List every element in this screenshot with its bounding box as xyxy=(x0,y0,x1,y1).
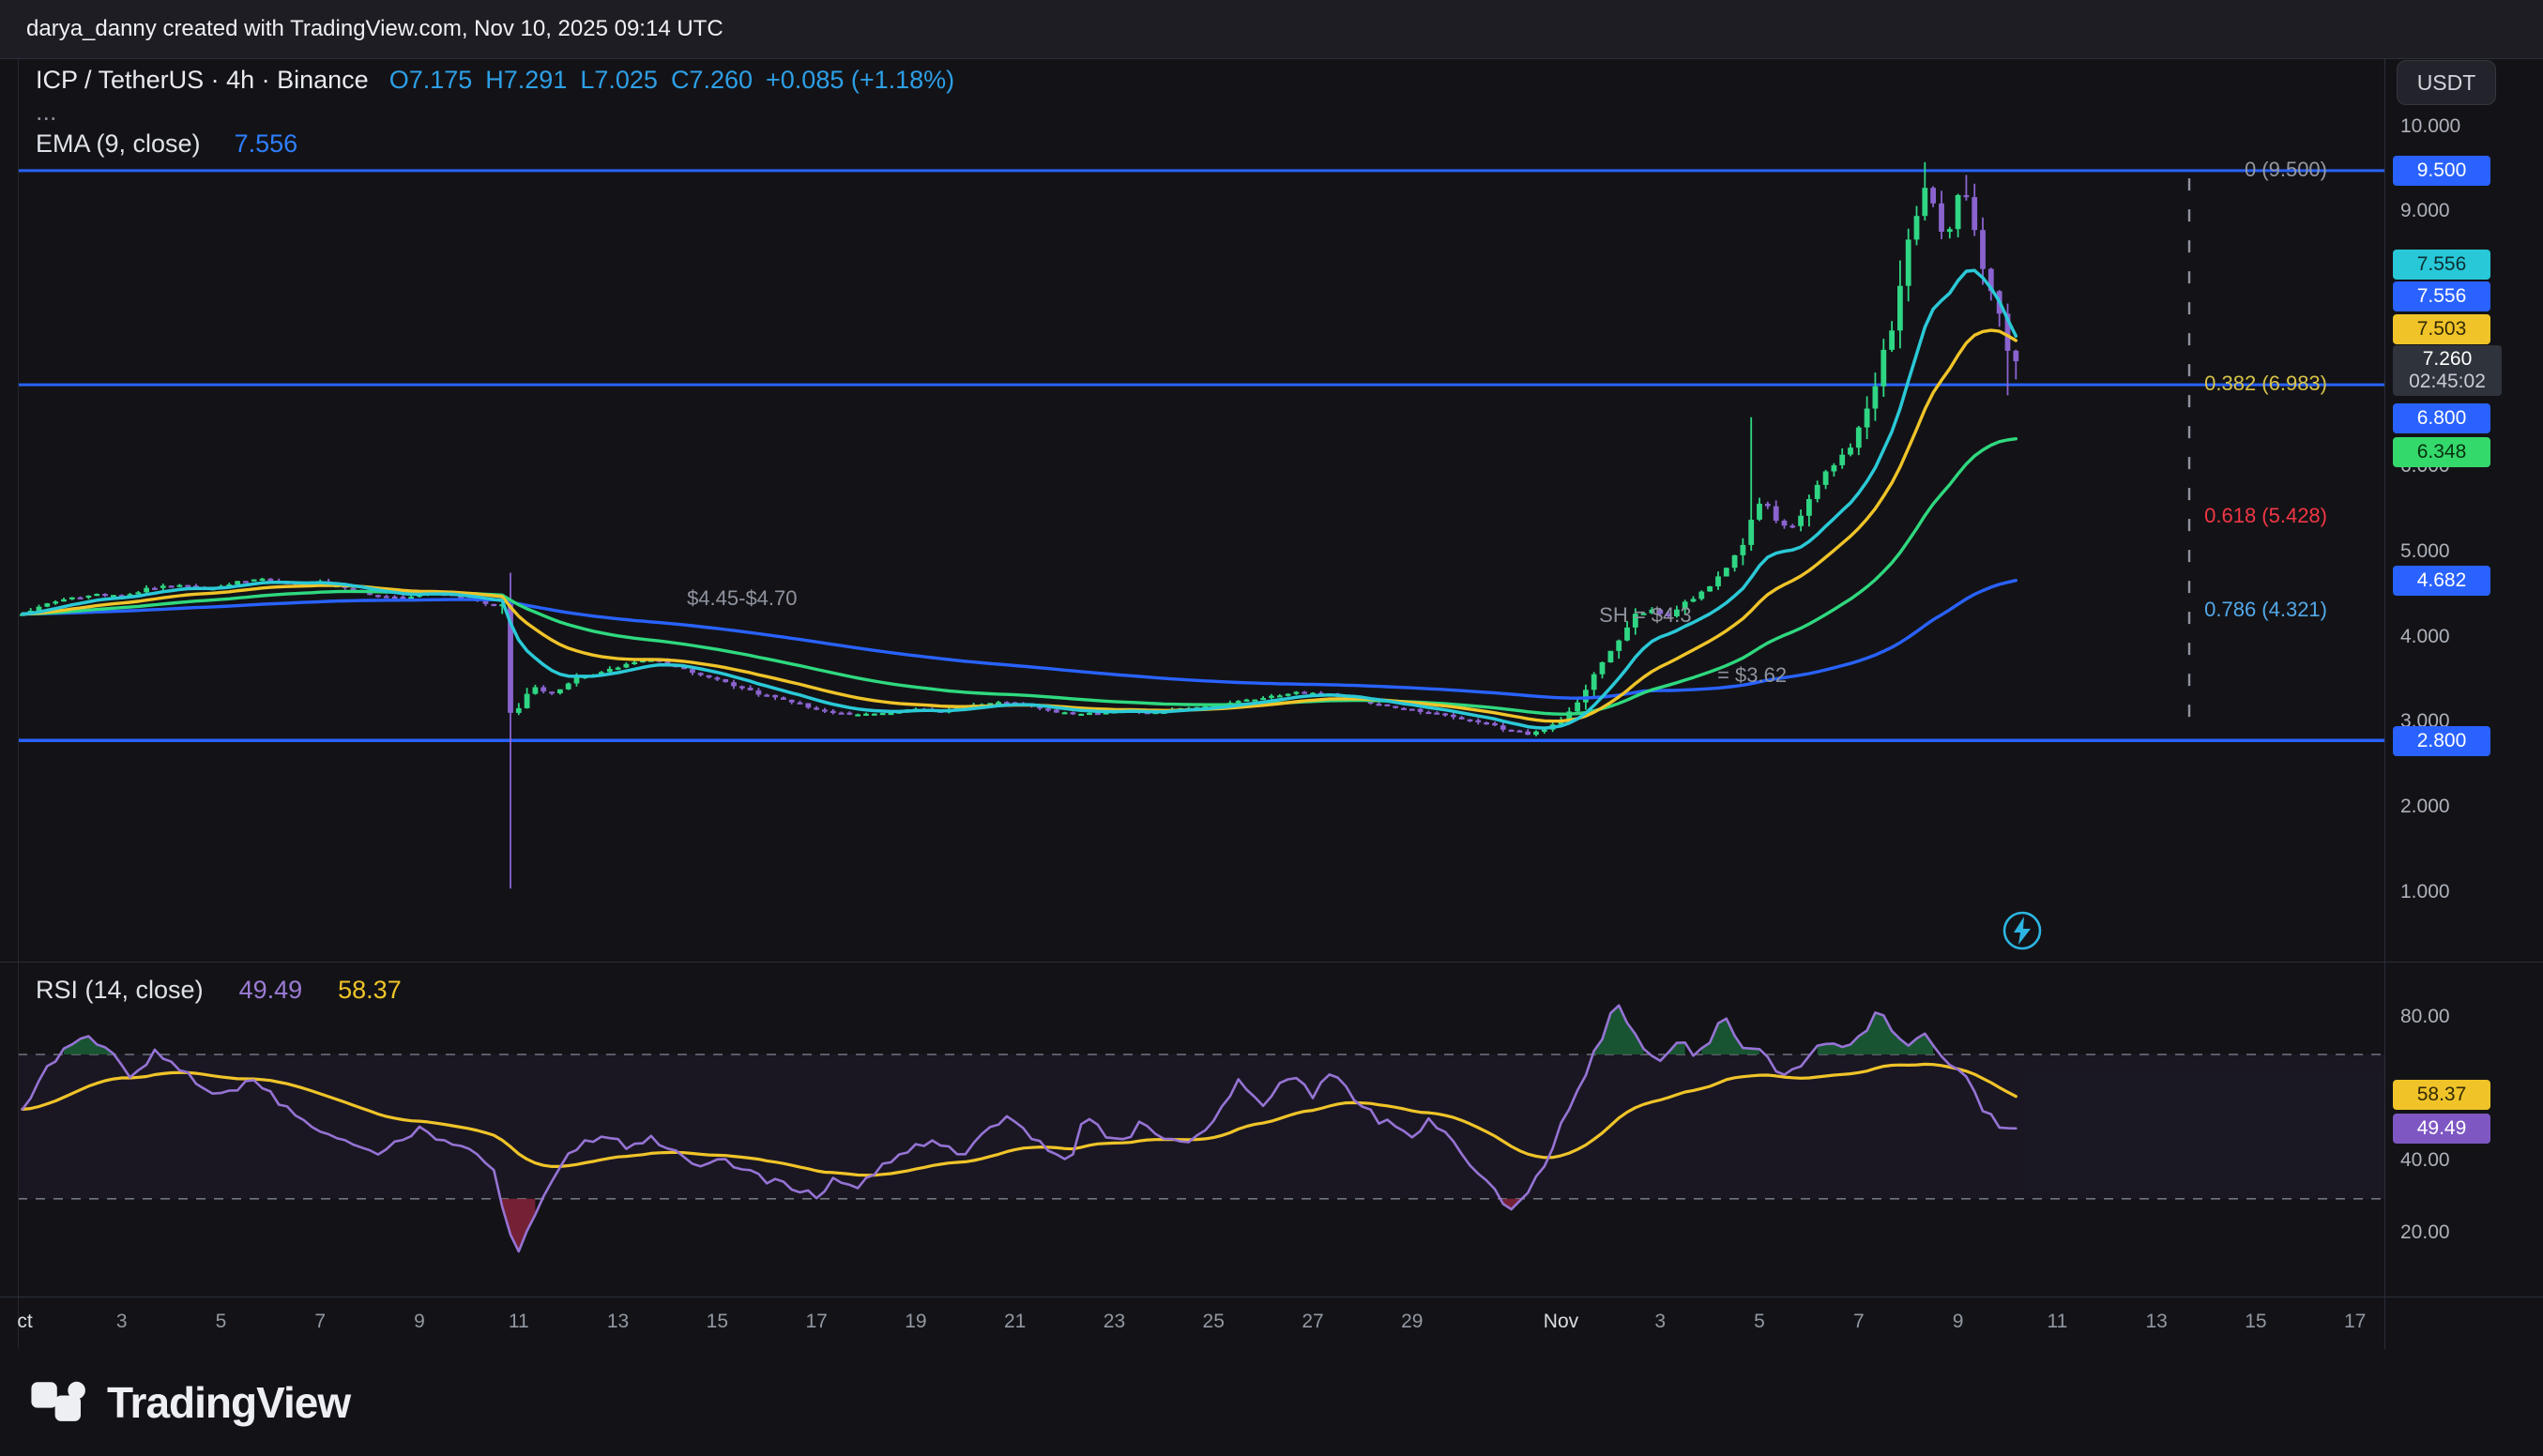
fib-level-382: 0.382 (6.983) xyxy=(2204,372,2327,396)
axis-tick: 5.000 xyxy=(2400,540,2450,563)
bar-countdown: 02:45:02 xyxy=(2393,371,2502,393)
current-price: 7.260 xyxy=(2393,348,2502,371)
price-badge: 7.503 xyxy=(2393,314,2490,344)
candles-layer xyxy=(20,162,2018,888)
price-badge: 4.682 xyxy=(2393,566,2490,596)
current-price-label: 7.260 02:45:02 xyxy=(2393,345,2502,396)
time-label: 11 xyxy=(509,1311,529,1333)
time-label: 13 xyxy=(2145,1311,2167,1333)
swing-high-annotation: SH = $4.3 xyxy=(1599,603,1691,628)
price-badge: 6.348 xyxy=(2393,437,2490,467)
price-badge: 7.556 xyxy=(2393,250,2490,280)
time-label: 9 xyxy=(414,1311,425,1333)
time-axis[interactable]: ct 3 5 7 9 11 13 15 17 19 21 23 25 27 29 Nov 3 5 7 9 11 13 15 1… xyxy=(0,1297,2543,1349)
ema-lines-layer xyxy=(23,270,2016,728)
tradingview-logo-text[interactable]: TradingView xyxy=(107,1377,350,1428)
currency-toggle-button[interactable]: USDT xyxy=(2397,60,2496,105)
axis-tick: 2.000 xyxy=(2400,796,2450,818)
rsi-band-layer xyxy=(18,1054,2384,1199)
price-badge: 9.500 xyxy=(2393,156,2490,186)
time-label: 25 xyxy=(1203,1311,1225,1333)
time-label: 19 xyxy=(905,1311,926,1333)
level-annotation: = $3.62 xyxy=(1717,663,1787,688)
time-label: 3 xyxy=(116,1311,128,1333)
time-label: 3 xyxy=(1654,1311,1666,1333)
horizontal-lines-layer xyxy=(18,171,2384,740)
axis-tick: 9.000 xyxy=(2400,200,2450,222)
bottom-bar: TradingView xyxy=(0,1349,2543,1456)
price-badge: 7.556 xyxy=(2393,281,2490,311)
price-badge: 49.49 xyxy=(2393,1114,2490,1144)
time-label: 7 xyxy=(1853,1311,1865,1333)
time-label: ct xyxy=(17,1311,32,1333)
time-label: 21 xyxy=(1004,1311,1026,1333)
pane-divider xyxy=(0,962,2543,963)
tradingview-logo-icon[interactable] xyxy=(30,1379,88,1427)
price-range-annotation: $4.45-$4.70 xyxy=(687,586,797,611)
price-badge: 2.800 xyxy=(2393,726,2490,756)
price-chart-svg xyxy=(0,0,2543,1456)
time-label: 17 xyxy=(805,1311,827,1333)
time-label: 5 xyxy=(1754,1311,1765,1333)
time-label: 9 xyxy=(1953,1311,1964,1333)
axis-tick: 20.00 xyxy=(2400,1221,2450,1244)
axis-tick: 80.00 xyxy=(2400,1006,2450,1028)
price-badge: 58.37 xyxy=(2393,1080,2490,1110)
axis-tick: 1.000 xyxy=(2400,881,2450,903)
time-label: 29 xyxy=(1401,1311,1423,1333)
axis-tick: 10.000 xyxy=(2400,115,2460,138)
time-label: 27 xyxy=(1302,1311,1323,1333)
time-label: 13 xyxy=(607,1311,629,1333)
time-label: 23 xyxy=(1104,1311,1125,1333)
axis-tick: 4.000 xyxy=(2400,626,2450,648)
flash-boost-icon[interactable] xyxy=(2000,908,2045,953)
time-label: 15 xyxy=(707,1311,728,1333)
time-label: 11 xyxy=(2047,1311,2067,1333)
time-label: 17 xyxy=(2344,1311,2366,1333)
time-label: Nov xyxy=(1544,1311,1578,1333)
fib-level-618: 0.618 (5.428) xyxy=(2204,504,2327,528)
fib-level-786: 0.786 (4.321) xyxy=(2204,598,2327,622)
price-axis[interactable]: 7.260 02:45:02 10.0009.0008.0007.0006.00… xyxy=(2384,58,2543,1349)
price-badge: 6.800 xyxy=(2393,403,2490,433)
fib-level-0: 0 (9.500) xyxy=(2245,158,2327,182)
time-label: 5 xyxy=(216,1311,227,1333)
topbar-divider xyxy=(0,58,2543,59)
plot-left-border xyxy=(18,58,19,1349)
time-label: 7 xyxy=(314,1311,326,1333)
axis-tick: 40.00 xyxy=(2400,1149,2450,1172)
time-label: 15 xyxy=(2245,1311,2266,1333)
